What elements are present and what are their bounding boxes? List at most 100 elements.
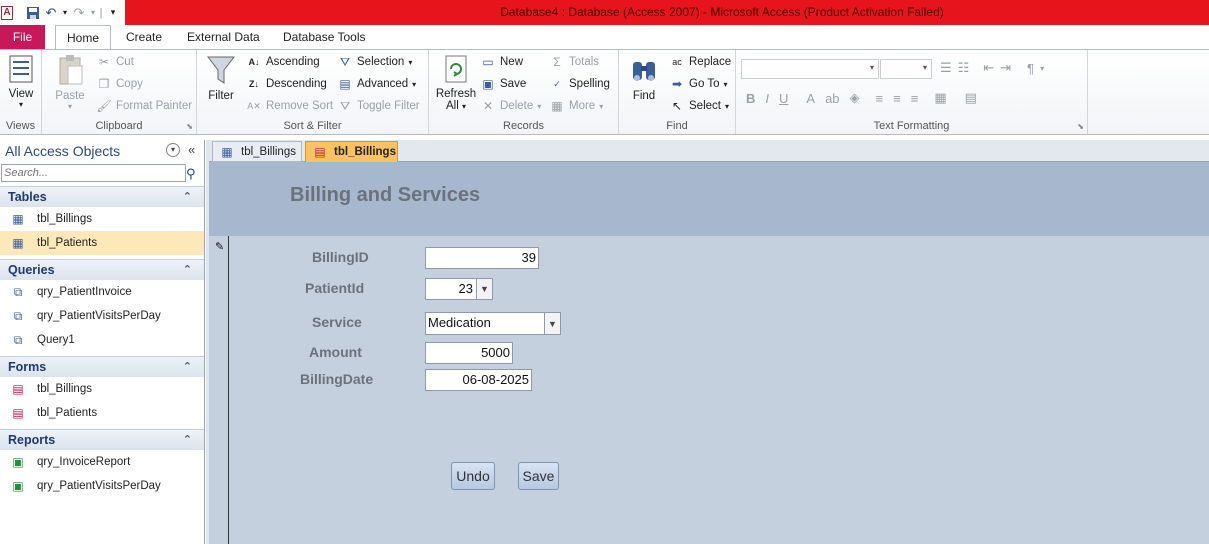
tab-create[interactable]: Create — [126, 25, 162, 49]
chevron-down-icon: ▾ — [461, 102, 466, 111]
billing-date-field[interactable]: 06-08-2025 — [425, 369, 532, 391]
bullets-icon[interactable]: ☰ — [940, 60, 952, 76]
redo-icon[interactable]: ↷ — [71, 5, 87, 21]
patient-id-combo[interactable]: 23 ▼ — [425, 278, 493, 300]
remove-sort-button[interactable]: A✕ Remove Sort — [246, 98, 333, 114]
search-icon[interactable]: ⚲ — [186, 166, 196, 182]
select-button[interactable]: ↖ Select ▾ — [669, 98, 729, 114]
dialog-launcher-icon[interactable]: ⬊ — [186, 122, 193, 131]
paste-button[interactable]: Paste ▾ — [50, 54, 90, 111]
underline-icon[interactable]: U — [779, 91, 788, 106]
record-selector[interactable]: ✎ — [209, 236, 229, 544]
dialog-launcher-icon[interactable]: ⬊ — [1077, 122, 1084, 131]
replace-button[interactable]: ac Replace — [669, 54, 731, 70]
amount-field[interactable]: 5000 — [425, 342, 513, 364]
decrease-indent-icon[interactable]: ⇤ — [983, 60, 994, 76]
undo-button[interactable]: Undo — [451, 462, 495, 490]
chevron-down-icon: ▾ — [724, 101, 729, 111]
category-tables[interactable]: Tables ⌃ — [0, 186, 204, 207]
save-icon[interactable] — [25, 5, 41, 21]
view-button[interactable]: View ▾ — [4, 54, 38, 109]
fill-color-icon[interactable]: ◈ — [850, 90, 860, 106]
nav-header[interactable]: All Access Objects ▾ « — [0, 140, 204, 162]
collapse-pane-icon[interactable]: « — [188, 142, 195, 157]
search-input[interactable] — [1, 164, 186, 182]
font-family-select[interactable]: ▾ — [741, 59, 879, 79]
quick-access-toolbar: A ↶ ▾ ↷ ▾ | ▾ — [0, 0, 125, 25]
numbering-icon[interactable]: ☷ — [958, 60, 970, 76]
tab-file[interactable]: File — [0, 25, 45, 49]
align-left-icon[interactable]: ≡ — [876, 91, 884, 106]
form-view: Billing and Services ✎ BillingID 39 Pati… — [209, 162, 1209, 544]
bold-icon[interactable]: B — [746, 91, 755, 106]
filter-button[interactable]: Filter — [203, 54, 239, 102]
replace-icon: ac — [672, 57, 682, 67]
chevron-down-icon: ▾ — [67, 102, 72, 111]
copy-button[interactable]: ❐ Copy — [96, 76, 143, 92]
chevron-down-icon[interactable]: ▼ — [476, 279, 492, 299]
tab-external-data[interactable]: External Data — [187, 25, 260, 49]
refresh-all-button[interactable]: Refresh All ▾ — [434, 54, 478, 112]
totals-button[interactable]: Σ Totals — [549, 54, 599, 70]
access-logo-icon: A — [1, 5, 13, 20]
remove-sort-icon: A✕ — [247, 101, 261, 111]
undo-dropdown-icon[interactable]: ▾ — [61, 5, 69, 21]
billing-date-label: BillingDate — [300, 371, 374, 387]
advanced-button[interactable]: ▤ Advanced ▾ — [337, 76, 416, 92]
highlight-icon[interactable]: ab — [825, 91, 839, 106]
nav-item-form[interactable]: ▤ tbl_Patients — [0, 401, 204, 425]
form-title: Billing and Services — [290, 184, 481, 206]
navigation-pane: All Access Objects ▾ « ⚲ Tables⌃ ▦tbl_Bi… — [0, 140, 205, 544]
customize-toolbar-icon[interactable]: ▾ — [105, 5, 121, 21]
nav-item-query[interactable]: ⧉ qry_PatientInvoice — [0, 280, 204, 304]
nav-item-query[interactable]: ⧉ Query1 — [0, 328, 204, 352]
category-reports[interactable]: Reports ⌃ — [0, 429, 204, 450]
increase-indent-icon[interactable]: ⇥ — [1000, 60, 1011, 76]
save-button[interactable]: Save — [518, 462, 559, 490]
cut-button[interactable]: ✂ Cut — [96, 54, 134, 70]
service-combo[interactable]: Medication ▼ — [425, 312, 561, 335]
form-icon: ▤ — [12, 382, 24, 396]
doc-tab-table[interactable]: ▦ tbl_Billings — [212, 141, 302, 162]
font-color-icon[interactable]: A — [806, 91, 815, 106]
nav-item-form[interactable]: ▤ tbl_Billings — [0, 377, 204, 401]
form-icon: ▤ — [314, 145, 326, 159]
nav-item-report[interactable]: ▣ qry_InvoiceReport — [0, 450, 204, 474]
doc-tab-form[interactable]: ▤ tbl_Billings — [305, 141, 398, 162]
nav-item-query[interactable]: ⧉ qry_PatientVisitsPerDay — [0, 304, 204, 328]
chevron-down-icon[interactable]: ▾ — [166, 143, 180, 157]
more-button[interactable]: ▦ More ▾ — [549, 98, 603, 114]
format-painter-button[interactable]: 🖌 Format Painter — [96, 98, 192, 114]
save-record-button[interactable]: ▣ Save — [480, 76, 526, 92]
category-forms[interactable]: Forms ⌃ — [0, 356, 204, 377]
tab-database-tools[interactable]: Database Tools — [283, 25, 366, 49]
billing-id-field[interactable]: 39 — [425, 247, 539, 269]
toggle-filter-button[interactable]: ⛛ Toggle Filter — [337, 98, 420, 114]
redo-dropdown-icon[interactable]: ▾ — [89, 5, 97, 21]
delete-record-button[interactable]: ✕ Delete ▾ — [480, 98, 541, 114]
report-icon: ▣ — [12, 455, 24, 469]
spelling-icon: ✓ — [553, 79, 561, 89]
font-size-select[interactable]: ▾ — [880, 59, 932, 79]
nav-item-table[interactable]: ▦ tbl_Patients — [0, 231, 204, 255]
category-queries[interactable]: Queries ⌃ — [0, 259, 204, 280]
nav-item-report[interactable]: ▣ qry_PatientVisitsPerDay — [0, 474, 204, 498]
spelling-button[interactable]: ✓ Spelling — [549, 76, 610, 92]
new-record-button[interactable]: ▭ New — [480, 54, 523, 70]
selection-button[interactable]: ⛛ Selection ▾ — [337, 54, 412, 70]
italic-icon[interactable]: I — [765, 91, 769, 106]
descending-button[interactable]: Z↓ Descending — [246, 76, 327, 92]
nav-item-table[interactable]: ▦ tbl_Billings — [0, 207, 204, 231]
ascending-button[interactable]: A↓ Ascending — [246, 54, 320, 70]
binoculars-icon — [633, 62, 655, 81]
alternate-row-color-icon[interactable]: ▤ — [965, 90, 977, 106]
align-center-icon[interactable]: ≡ — [893, 91, 901, 106]
goto-button[interactable]: ➡ Go To ▾ — [669, 76, 728, 92]
find-button[interactable]: Find — [627, 54, 661, 102]
undo-icon[interactable]: ↶ — [43, 5, 59, 21]
align-right-icon[interactable]: ≡ — [911, 91, 919, 106]
chevron-down-icon[interactable]: ▼ — [544, 313, 560, 334]
gridlines-icon[interactable]: ▦ — [934, 90, 946, 106]
tab-home[interactable]: Home — [55, 25, 111, 50]
paragraph-icon[interactable]: ¶ — [1027, 61, 1034, 76]
